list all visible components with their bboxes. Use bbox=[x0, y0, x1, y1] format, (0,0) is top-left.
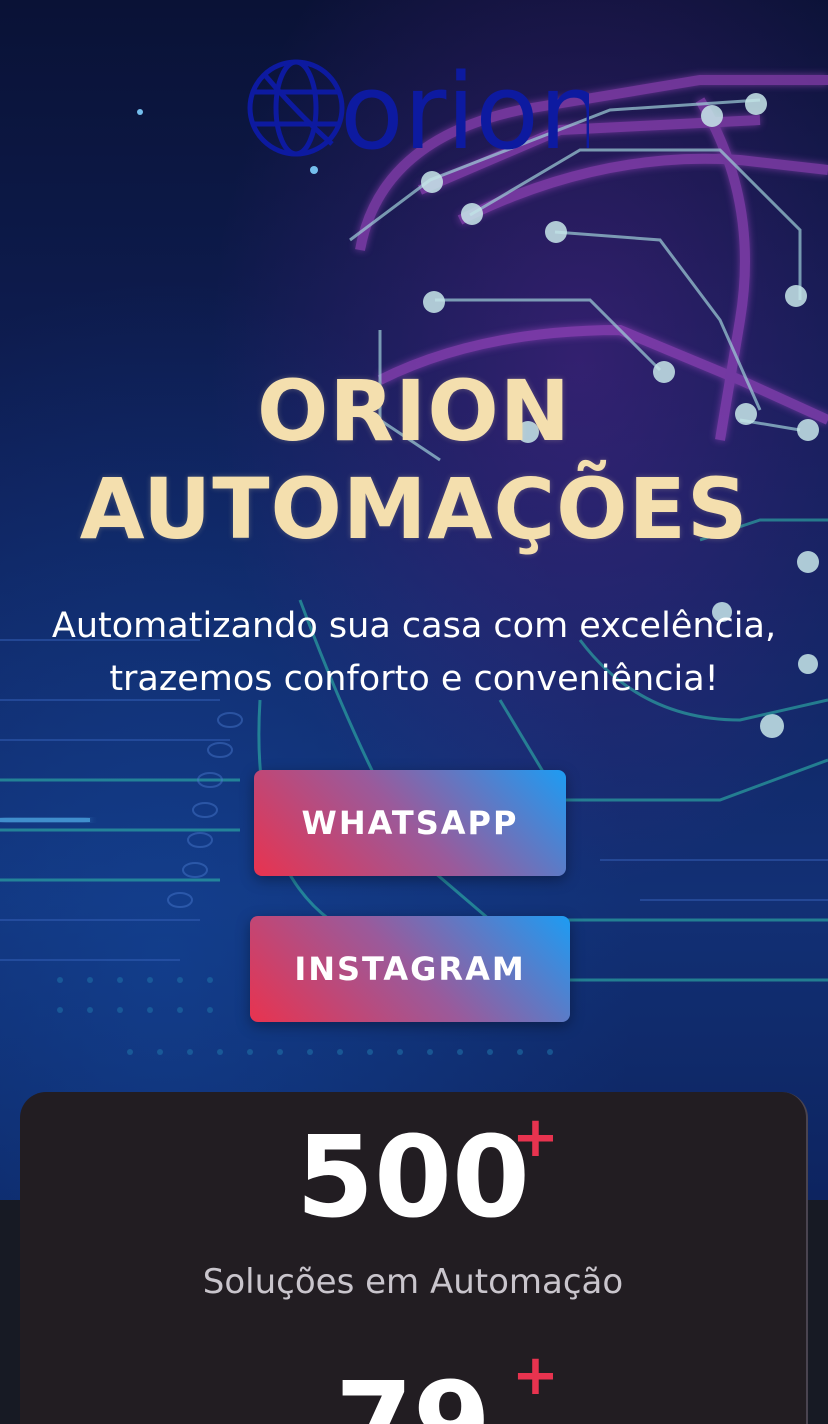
stat-number-second: 79 bbox=[335, 1359, 491, 1424]
subtitle-line-2: trazemos conforto e conveniência! bbox=[109, 659, 719, 699]
title-line-2: AUTOMAÇÕES bbox=[79, 460, 749, 558]
orion-logo: orion bbox=[247, 52, 589, 164]
stats-card: 500 + Soluções em Automação 79 + bbox=[20, 1092, 808, 1424]
hero-subtitle: Automatizando sua casa com excelência, t… bbox=[20, 600, 808, 706]
stat-label-solutions: Soluções em Automação bbox=[202, 1262, 624, 1302]
stat-plus-icon: + bbox=[512, 1105, 559, 1170]
subtitle-line-1: Automatizando sua casa com excelência, bbox=[51, 606, 777, 646]
stat-plus-icon: + bbox=[512, 1343, 559, 1408]
title-line-1: ORION bbox=[256, 362, 572, 460]
whatsapp-button[interactable]: WHATSAPP bbox=[254, 770, 566, 876]
landing-page: orion ORION AUTOMAÇÕES Automatizando sua… bbox=[0, 0, 828, 1424]
page-title: ORION AUTOMAÇÕES bbox=[0, 362, 828, 558]
stat-number-solutions: 500 bbox=[296, 1113, 530, 1243]
hero-section: orion ORION AUTOMAÇÕES Automatizando sua… bbox=[0, 0, 828, 1200]
svg-text:orion: orion bbox=[340, 52, 589, 164]
instagram-button[interactable]: INSTAGRAM bbox=[250, 916, 570, 1022]
